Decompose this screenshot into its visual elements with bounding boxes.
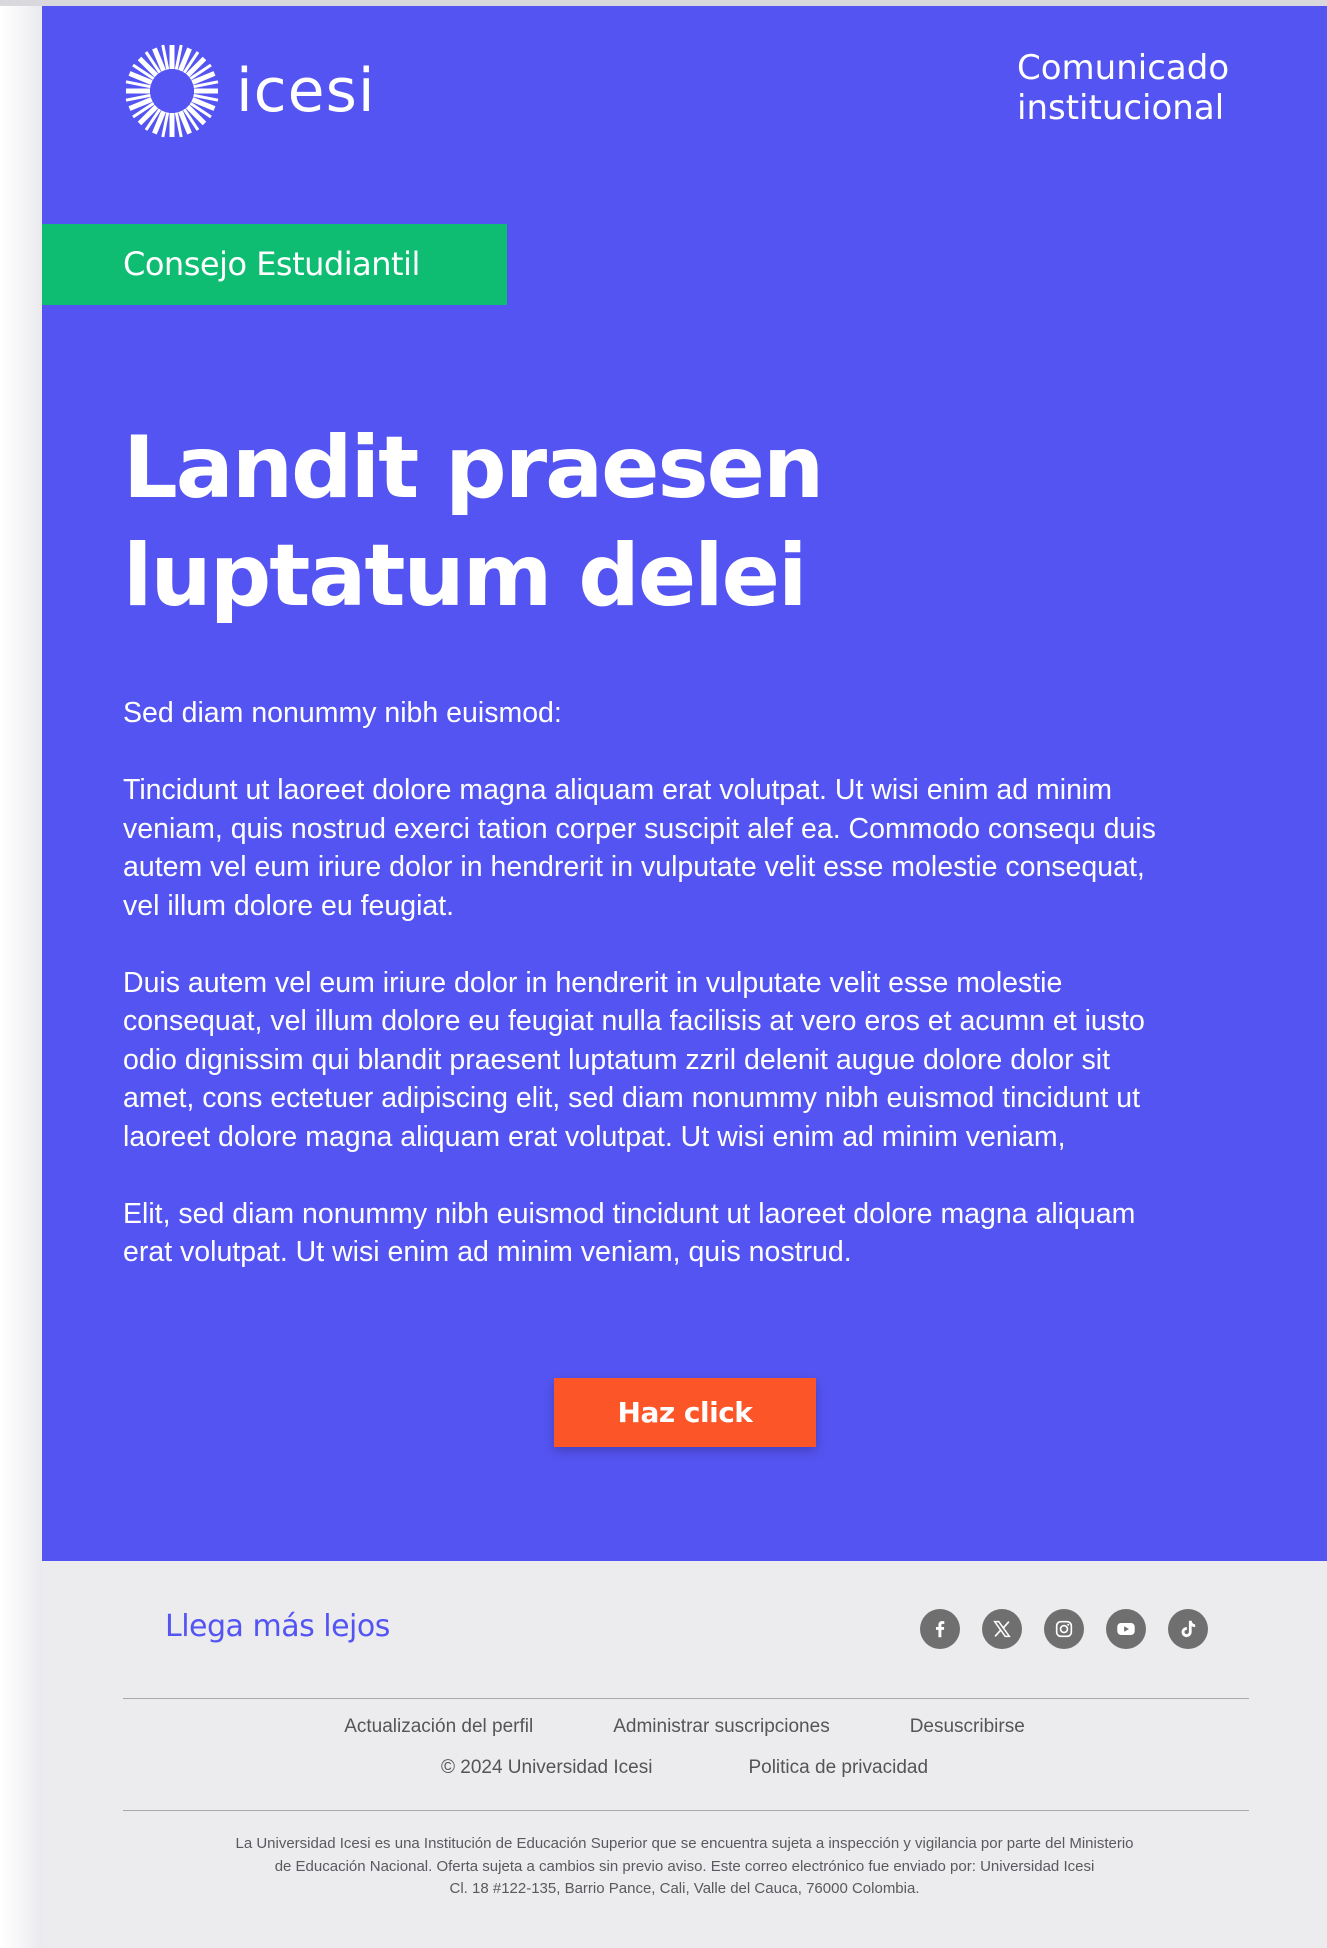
tiktok-glyph (1181, 1620, 1196, 1638)
intro-paragraph: Sed diam nonummy nibh euismod: (123, 697, 562, 729)
social-links (920, 1609, 1208, 1649)
page-margin (0, 6, 42, 1948)
x-glyph (993, 1620, 1011, 1638)
comunicado-line2: institucional (1017, 88, 1225, 128)
x-icon[interactable] (982, 1609, 1022, 1649)
legal-notice: La Universidad Icesi es una Institución … (182, 1833, 1187, 1901)
page: icesi Comunicado institucional Consejo E… (0, 0, 1327, 1948)
category-tag: Consejo Estudiantil (42, 224, 507, 305)
profile-update-link[interactable]: Actualización del perfil (344, 1716, 533, 1738)
paragraph-2: Duis autem vel eum iriure dolor in hendr… (123, 964, 1273, 1157)
paragraph-1-line: veniam, quis nostrud exerci tation corpe… (123, 812, 1156, 845)
privacy-policy-link[interactable]: Politica de privacidad (748, 1757, 928, 1779)
comunicado-label: Comunicado institucional (1017, 48, 1267, 128)
tiktok-icon[interactable] (1168, 1609, 1208, 1649)
cta-wrapper: Haz click (554, 1378, 816, 1447)
footer-tagline: Llega más lejos (165, 1609, 390, 1644)
footer-divider-bottom (123, 1810, 1249, 1811)
paragraph-2-line: consequat, vel illum dolore eu feugiat n… (123, 1005, 1145, 1037)
instagram-icon[interactable] (1044, 1609, 1084, 1649)
paragraph-2-line: odio dignissim qui blandit praesent lupt… (123, 1043, 1110, 1076)
footer-links-row2: © 2024 Universidad Icesi Politica de pri… (42, 1757, 1327, 1779)
headline: Landit praesen luptatum delei (123, 414, 1023, 630)
headline-line1: Landit praesen (123, 418, 824, 518)
footer-links-row1: Actualización del perfil Administrar sus… (42, 1716, 1327, 1738)
facebook-glyph (935, 1621, 945, 1638)
youtube-glyph (1117, 1623, 1135, 1635)
legal-line: de Educación Nacional. Oferta sujeta a c… (274, 1857, 1095, 1875)
footer-divider-top (123, 1698, 1249, 1699)
body-text: Sed diam nonummy nibh euismod: Tincidunt… (123, 694, 1273, 1310)
paragraph-2-line: amet, cons ectetuer adipiscing elit, sed… (123, 1082, 1141, 1114)
copyright-text: © 2024 Universidad Icesi (440, 1757, 653, 1778)
paragraph-2-line: laoreet dolore magna aliquam erat volutp… (123, 1120, 1066, 1153)
legal-line: La Universidad Icesi es una Institución … (235, 1835, 1134, 1852)
paragraph-1: Tincidunt ut laoreet dolore magna aliqua… (123, 771, 1273, 925)
paragraph-3-line: Elit, sed diam nonummy nibh euismod tinc… (123, 1197, 1136, 1230)
hero-section: icesi Comunicado institucional Consejo E… (42, 6, 1327, 1561)
paragraph-3: Elit, sed diam nonummy nibh euismod tinc… (123, 1195, 1273, 1272)
manage-subscriptions-link[interactable]: Administrar suscripciones (613, 1716, 829, 1738)
paragraph-2-line: Duis autem vel eum iriure dolor in hendr… (123, 966, 1063, 999)
haz-click-button[interactable]: Haz click (554, 1378, 816, 1447)
paragraph-3-line: erat volutpat. Ut wisi enim ad minim ven… (123, 1236, 852, 1268)
paragraph-1-line: autem vel eum iriure dolor in hendrerit … (123, 851, 1145, 883)
sunburst-logo-icon (125, 44, 219, 138)
footer: Llega más lejos Actualización del perfil… (42, 1561, 1327, 1948)
instagram-glyph (1055, 1620, 1073, 1638)
paragraph-1-line: Tincidunt ut laoreet dolore magna aliqua… (123, 774, 1112, 806)
logo-wordmark: icesi (236, 56, 376, 126)
paragraph-1-line: vel illum dolore eu feugiat. (123, 889, 455, 922)
legal-line: Cl. 18 #122-135, Barrio Pance, Cali, Val… (449, 1880, 920, 1897)
comunicado-line1: Comunicado (1017, 48, 1230, 88)
headline-line2: luptatum delei (123, 526, 807, 626)
icesi-logo[interactable]: icesi (122, 36, 376, 146)
email-container: icesi Comunicado institucional Consejo E… (42, 6, 1327, 1948)
facebook-icon[interactable] (920, 1609, 960, 1649)
youtube-icon[interactable] (1106, 1609, 1146, 1649)
unsubscribe-link[interactable]: Desuscribirse (910, 1716, 1025, 1738)
